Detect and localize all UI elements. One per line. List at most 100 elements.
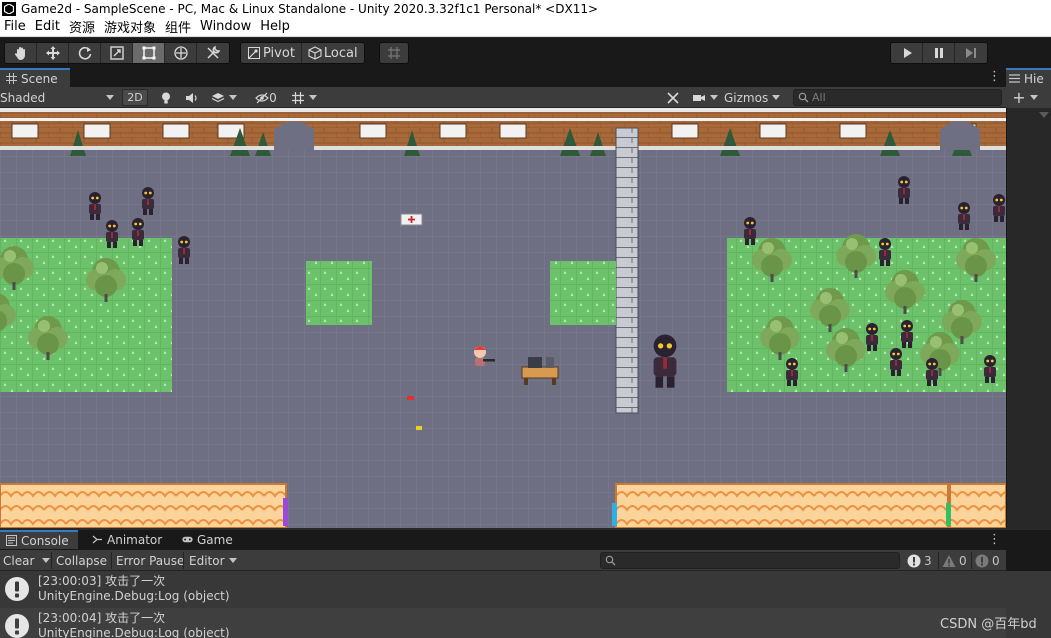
move-tool-button[interactable] <box>37 43 69 63</box>
grid-icon <box>6 73 17 84</box>
grid-snap-button[interactable] <box>378 42 409 64</box>
menu-file[interactable]: File <box>0 19 31 34</box>
toggle-2d-button[interactable]: 2D <box>122 89 148 106</box>
audio-toggle[interactable] <box>183 89 201 106</box>
info-count: 3 <box>924 553 932 568</box>
toolbar-divider <box>111 552 112 569</box>
hand-icon <box>14 47 25 60</box>
editor-label: Editor <box>189 553 225 568</box>
chevron-down-icon <box>309 95 317 100</box>
info-icon <box>907 554 921 567</box>
transform-combo-icon <box>173 46 188 60</box>
warning-count-toggle[interactable]: 0 <box>942 552 967 569</box>
gamepad-icon <box>182 536 193 543</box>
log-entry[interactable]: [23:00:03] 攻击了一次 UnityEngine.Debug:Log (… <box>0 571 1006 607</box>
list-icon <box>1009 74 1020 83</box>
tab-console[interactable]: Console <box>0 530 78 549</box>
transform-tools <box>4 42 230 64</box>
layers-stack-icon <box>211 92 225 102</box>
warning-icon <box>942 554 956 567</box>
chevron-down-icon <box>228 558 237 563</box>
tools-toggle[interactable] <box>664 89 682 106</box>
error-pause-toggle[interactable]: Error Pause <box>113 552 187 569</box>
log-message: [23:00:04] 攻击了一次 <box>38 611 166 625</box>
shading-mode-dropdown[interactable]: Shaded <box>0 89 114 106</box>
hierarchy-bottom-edge <box>1006 530 1051 571</box>
rotate-tool-button[interactable] <box>69 43 101 63</box>
rotate-icon <box>78 46 91 60</box>
tab-game[interactable]: Game <box>176 530 246 549</box>
pause-button[interactable] <box>923 43 955 63</box>
create-dropdown[interactable]: + <box>1012 88 1038 107</box>
collapse-label: Collapse <box>56 553 107 568</box>
step-icon <box>966 48 976 58</box>
grid-toggle-dropdown[interactable] <box>286 89 322 106</box>
toolbar-divider <box>51 552 52 569</box>
scale-tool-button[interactable] <box>101 43 133 63</box>
menu-component[interactable]: 组件 <box>161 17 196 36</box>
pivot-icon <box>248 47 260 59</box>
custom-tool-button[interactable] <box>197 43 229 63</box>
scene-toolbar: Shaded 2D 0 Gizmos All <box>0 87 1006 108</box>
chevron-down-icon <box>772 95 781 100</box>
transform-tool-button[interactable] <box>165 43 197 63</box>
console-icon <box>6 535 17 546</box>
toolbar-divider <box>183 552 184 569</box>
log-detail: UnityEngine.Debug:Log (object) <box>38 626 230 638</box>
local-toggle[interactable]: Local <box>301 43 364 63</box>
main-toolbar: Pivot Local <box>0 38 1051 68</box>
camera-dropdown[interactable] <box>690 89 720 106</box>
camera-icon <box>693 94 705 101</box>
clear-button[interactable]: Clear <box>0 552 51 569</box>
wrench-icon <box>207 45 221 59</box>
pivot-label: Pivot <box>263 45 295 61</box>
scene-viewport[interactable] <box>0 108 1006 528</box>
collapse-toggle[interactable]: Collapse <box>53 552 110 569</box>
lightbulb-icon <box>162 92 170 103</box>
grid-snap-icon <box>387 47 400 59</box>
menu-window[interactable]: Window <box>196 19 256 34</box>
info-count-toggle[interactable]: 3 <box>907 552 932 569</box>
step-button[interactable] <box>955 43 987 63</box>
console-search-input[interactable] <box>600 552 900 569</box>
scene-menu-kebab-icon[interactable]: ⋮ <box>988 69 1001 84</box>
menu-gameobject[interactable]: 游戏对象 <box>100 17 161 36</box>
scene-visibility-toggle[interactable]: 0 <box>252 89 280 106</box>
effects-dropdown[interactable] <box>207 89 241 106</box>
warning-count: 0 <box>959 553 967 568</box>
error-count-toggle[interactable]: 0 <box>975 552 1000 569</box>
editor-dropdown[interactable]: Editor <box>186 552 240 569</box>
error-pause-label: Error Pause <box>116 553 185 568</box>
gizmos-dropdown[interactable]: Gizmos <box>724 89 788 106</box>
chevron-down-icon <box>42 558 51 563</box>
search-icon <box>798 92 809 103</box>
tab-scene[interactable]: Scene <box>0 68 70 87</box>
tab-hierarchy[interactable]: Hie <box>1006 68 1051 87</box>
pivot-toggle[interactable]: Pivot <box>241 43 302 63</box>
hand-tool-button[interactable] <box>5 43 37 63</box>
chevron-down-icon <box>710 95 718 100</box>
console-tab-strip: Console Animator Game ⋮ <box>0 530 1006 550</box>
scroll-arrow-icon[interactable] <box>1039 112 1049 118</box>
crossed-tools-icon <box>667 91 679 104</box>
console-menu-kebab-icon[interactable]: ⋮ <box>988 532 1001 547</box>
cube-icon <box>308 46 322 60</box>
lighting-toggle[interactable] <box>157 89 175 106</box>
menu-assets[interactable]: 资源 <box>65 17 100 36</box>
tab-animator[interactable]: Animator <box>86 530 172 549</box>
pause-icon <box>934 48 943 58</box>
window-title: Game2d - SampleScene - PC, Mac & Linux S… <box>21 1 599 16</box>
toolbar-divider <box>971 552 972 569</box>
grid-icon <box>292 91 304 104</box>
menu-bar: File Edit 资源 游戏对象 组件 Window Help <box>0 17 1051 37</box>
scene-search-input[interactable]: All <box>793 89 1002 106</box>
search-icon <box>605 555 616 566</box>
hidden-count: 0 <box>269 90 277 105</box>
rect-tool-button[interactable] <box>133 43 165 63</box>
log-entry[interactable]: [23:00:04] 攻击了一次 UnityEngine.Debug:Log (… <box>0 608 1006 638</box>
play-button[interactable] <box>891 43 923 63</box>
menu-edit[interactable]: Edit <box>31 19 65 34</box>
menu-help[interactable]: Help <box>256 19 295 34</box>
move-arrows-icon <box>45 46 60 60</box>
hierarchy-panel <box>1006 108 1051 528</box>
